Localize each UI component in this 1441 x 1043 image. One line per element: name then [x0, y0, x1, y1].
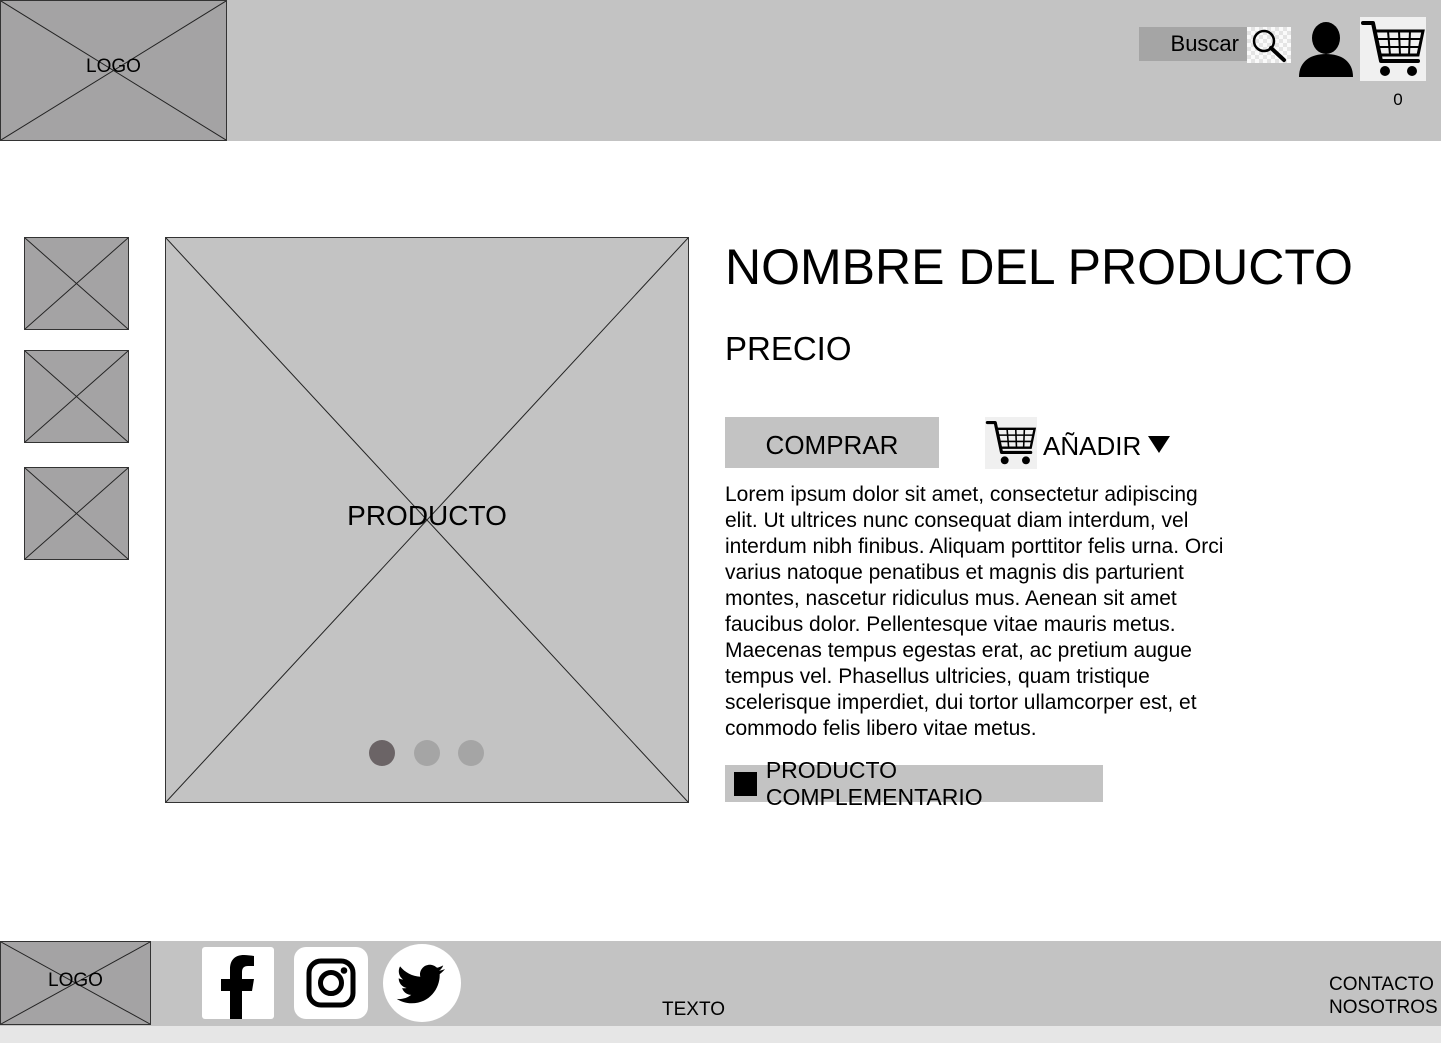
carousel-dot-1[interactable]: [369, 740, 395, 766]
placeholder-cross-icon: [25, 351, 128, 442]
twitter-icon: [383, 944, 461, 1022]
search-icon: [1252, 29, 1286, 62]
header-logo-text: LOGO: [86, 56, 141, 77]
placeholder-cross-icon: [25, 238, 128, 329]
placeholder-cross-icon: [25, 468, 128, 559]
header: LOGO Buscar 0: [0, 0, 1441, 141]
product-price: PRECIO: [725, 330, 852, 367]
thumbnail-3[interactable]: [24, 467, 129, 560]
product-name: NOMBRE DEL PRODUCTO: [725, 239, 1353, 295]
add-to-cart-label: AÑADIR: [1043, 430, 1142, 461]
cart-button[interactable]: [1360, 17, 1426, 81]
user-icon: [1299, 22, 1353, 77]
footer-logo[interactable]: LOGO: [0, 941, 151, 1025]
instagram-icon: [294, 947, 368, 1019]
complementary-product-option[interactable]: PRODUCTO COMPLEMENTARIO: [725, 757, 1103, 810]
cart-count: 0: [1393, 90, 1403, 109]
footer-logo-text: LOGO: [48, 970, 103, 991]
cart-icon: [1361, 21, 1425, 76]
page: LOGO Buscar 0 PRODUCTO NOMBRE DEL PRODUC…: [0, 0, 1441, 1026]
complementary-checkbox[interactable]: [734, 771, 757, 796]
thumbnail-1[interactable]: [24, 237, 129, 330]
add-cart-icon-box: [985, 417, 1037, 469]
caret-down-icon[interactable]: [1148, 435, 1171, 453]
footer-text: TEXTO: [662, 999, 725, 1020]
instagram-link[interactable]: [294, 947, 368, 1019]
complementary-label: PRODUCTO COMPLEMENTARIO: [765, 756, 983, 810]
search-button[interactable]: [1247, 27, 1291, 63]
header-logo[interactable]: LOGO: [0, 0, 227, 141]
add-to-cart-button[interactable]: AÑADIR: [985, 417, 1171, 469]
product-description: Lorem ipsum dolor sit amet, consectetur …: [725, 483, 1224, 740]
footer-links: CONTACTO NOSOTROS: [1329, 973, 1438, 1019]
search-input[interactable]: Buscar: [1139, 27, 1247, 61]
carousel-dot-3[interactable]: [458, 740, 484, 766]
carousel-dot-2[interactable]: [414, 740, 440, 766]
footer-link-contacto[interactable]: CONTACTO: [1329, 973, 1438, 996]
main-product-image[interactable]: PRODUCTO: [165, 237, 689, 803]
cart-icon: [985, 420, 1037, 465]
footer: LOGO TEXTO CONTACTO NOSOTROS: [0, 941, 1441, 1026]
footer-link-nosotros[interactable]: NOSOTROS: [1329, 996, 1438, 1019]
twitter-link[interactable]: [383, 944, 461, 1022]
thumbnail-2[interactable]: [24, 350, 129, 443]
buy-button[interactable]: COMPRAR: [725, 417, 939, 468]
user-account-button[interactable]: [1297, 19, 1355, 77]
facebook-icon: [202, 947, 274, 1019]
main-image-text: PRODUCTO: [347, 500, 507, 531]
facebook-link[interactable]: [202, 947, 274, 1019]
